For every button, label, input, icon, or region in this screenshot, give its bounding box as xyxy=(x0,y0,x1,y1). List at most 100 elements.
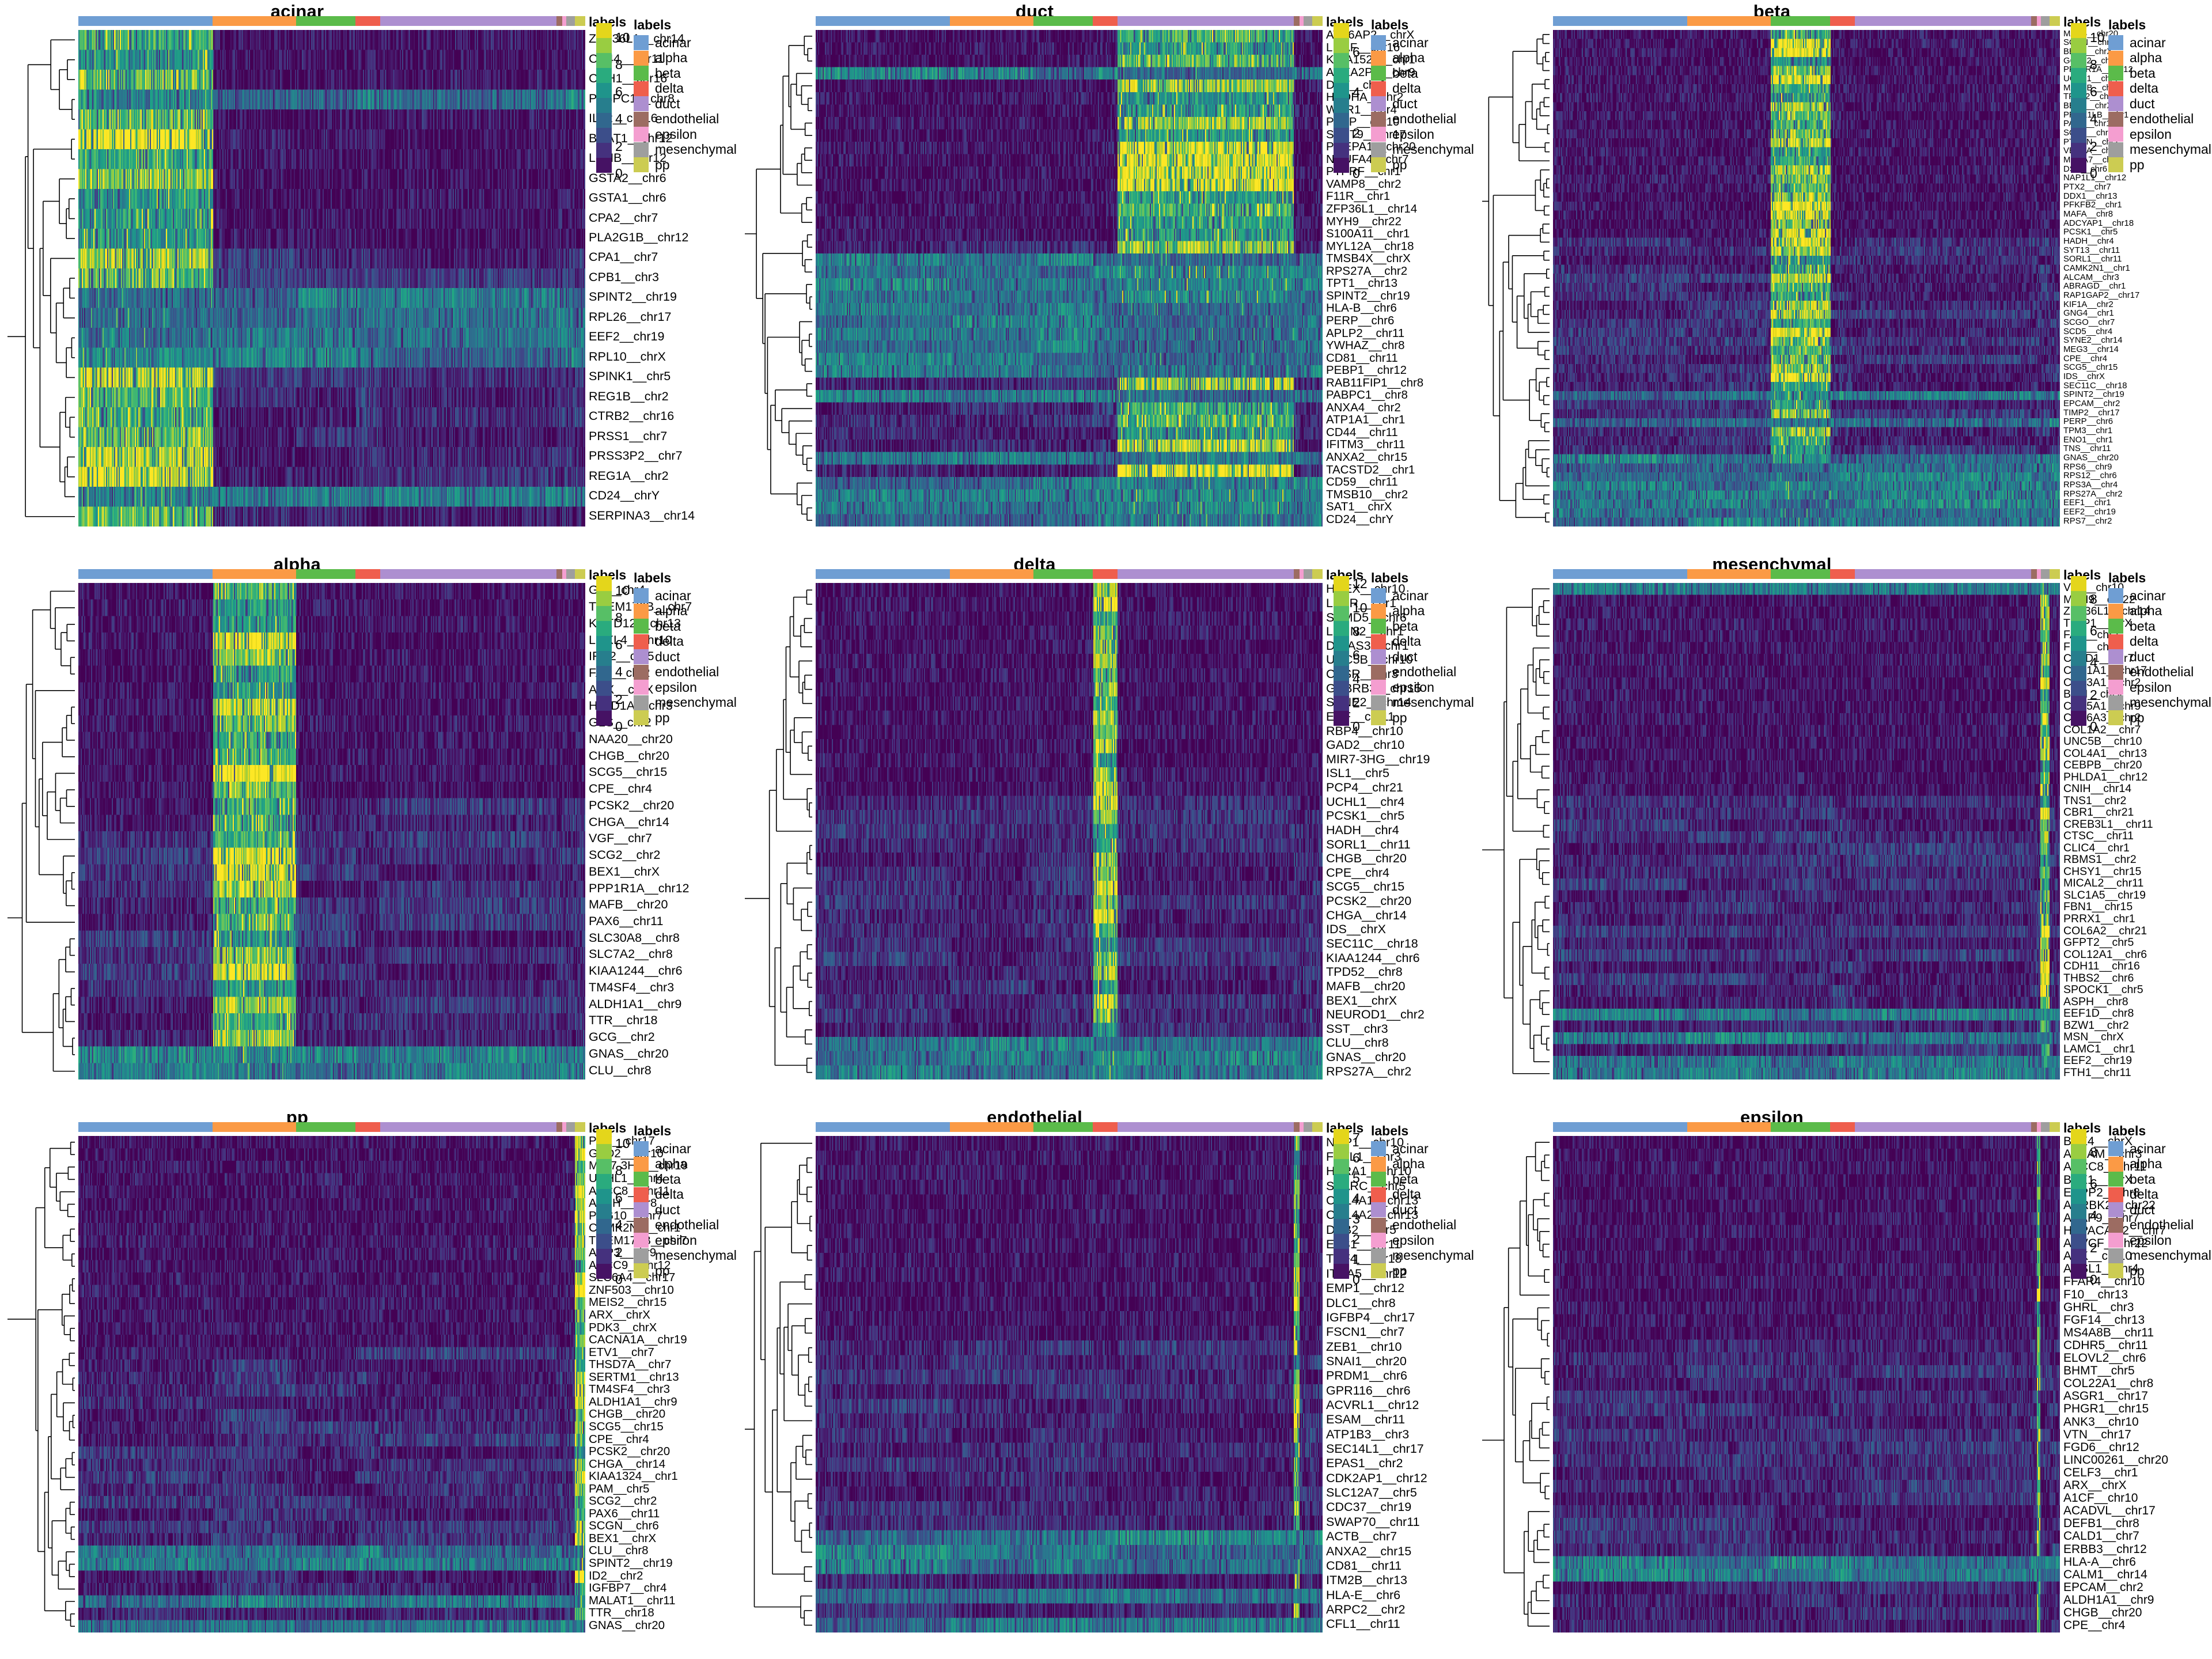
colorbar-tick-label: 10 xyxy=(615,29,630,45)
colorbar-swatch xyxy=(596,38,612,53)
gene-label: SLC7A2__chr8 xyxy=(589,947,673,961)
colorbar-swatch xyxy=(596,606,612,621)
gene-label: THSD7A__chr7 xyxy=(589,1358,672,1372)
gene-label: APLP2__chr11 xyxy=(1326,326,1405,340)
gene-label: RPS12__chr6 xyxy=(2063,471,2117,481)
class-legend-swatch xyxy=(1371,50,1386,66)
gene-label: CPE__chr4 xyxy=(2063,354,2108,363)
class-legend: labels acinar alpha beta delta duct endothelia… xyxy=(2108,1123,2211,1279)
annotation-block-endothelial xyxy=(2031,1122,2037,1132)
colorbar-swatch xyxy=(1334,128,1349,143)
class-legend-item: beta xyxy=(2108,66,2211,81)
gene-label: KIF1A__chr2 xyxy=(2063,300,2113,309)
gene-label: PERP__chr6 xyxy=(2063,417,2113,427)
gene-label: TNS__chr11 xyxy=(2063,444,2111,454)
colorbar-swatch xyxy=(1334,98,1349,113)
heatmap-panel-delta: delta labels HHEX__chr10 LEPR__chr1 SAMD5__c… xyxy=(737,553,1475,1106)
annotation-block-delta xyxy=(355,1122,380,1132)
gene-label: PFKFB2__chr1 xyxy=(2063,200,2122,210)
gene-label: CNIH__chr14 xyxy=(2063,782,2132,796)
colorbar-swatch xyxy=(1334,68,1349,83)
class-legend-label: beta xyxy=(655,618,681,634)
colorbar-swatch xyxy=(2071,1234,2086,1249)
class-legend-label: duct xyxy=(2130,649,2155,664)
class-legend-item: endothelial xyxy=(2108,111,2211,127)
colorbar-tick-label: 1 xyxy=(1353,1251,1360,1267)
colorbar-swatch xyxy=(1334,1189,1349,1204)
class-legend-item: epsilon xyxy=(634,680,737,695)
class-legend-label: mesenchymal xyxy=(2130,1248,2211,1263)
gene-label: TM4SF4__chr3 xyxy=(589,1382,671,1396)
class-legend-swatch xyxy=(634,142,649,157)
class-legend-item: mesenchymal xyxy=(634,695,737,711)
class-legend-swatch xyxy=(2108,1172,2123,1187)
gene-label: CDC37__chr19 xyxy=(1326,1500,1412,1514)
annotation-block-alpha xyxy=(950,16,1034,26)
class-legend-item: pp xyxy=(1371,710,1474,726)
colorbar-swatch xyxy=(1334,636,1349,651)
class-legend-item: mesenchymal xyxy=(2108,695,2211,711)
class-legend-swatch xyxy=(1371,111,1386,127)
gene-label: SLC30A8__chr8 xyxy=(589,930,680,945)
class-legend-label: alpha xyxy=(1392,603,1425,619)
gene-label: MALAT1__chr11 xyxy=(589,1593,676,1607)
annotation-block-delta xyxy=(1093,1122,1118,1132)
heatmap-matrix xyxy=(78,30,585,527)
gene-label: CTSC__chr11 xyxy=(2063,830,2134,843)
class-legend: labels acinar alpha beta delta duct endothelia… xyxy=(1371,1123,1474,1279)
colorbar-tick-label: 8 xyxy=(2090,591,2097,607)
gene-label: SERPINA3__chr14 xyxy=(589,508,695,522)
gene-label: EEF1D__chr8 xyxy=(2063,1007,2134,1020)
class-legend-swatch xyxy=(634,634,649,649)
colorbar-tick-label: 0 xyxy=(1353,1272,1360,1287)
gene-label: PLA2G1B__chr12 xyxy=(589,230,689,244)
class-legend-swatch xyxy=(2108,1156,2123,1172)
class-legend-swatch xyxy=(2108,1263,2123,1279)
class-legend-item: pp xyxy=(1371,1263,1474,1279)
class-legend-swatch xyxy=(2108,1141,2123,1157)
gene-label: CDH11__chr16 xyxy=(2063,960,2140,973)
colorbar-swatch xyxy=(1334,696,1349,711)
class-legend-label: acinar xyxy=(1392,588,1429,603)
class-legend-swatch xyxy=(634,1248,649,1263)
colorbar-swatch xyxy=(1334,576,1349,591)
gene-label: ISL1__chr5 xyxy=(1326,766,1389,781)
annotation-block-acinar xyxy=(816,16,950,26)
class-legend-label: duct xyxy=(2130,96,2155,111)
gene-label: EPCAM__chr2 xyxy=(2063,1580,2143,1594)
gene-label: SCG5__chr15 xyxy=(589,765,668,779)
colorbar-swatch xyxy=(1334,1129,1349,1144)
gene-label: BHMT__chr5 xyxy=(2063,1364,2135,1378)
class-legend-swatch xyxy=(2108,66,2123,81)
class-legend-item: endothelial xyxy=(2108,664,2211,680)
heatmap-panel-alpha: alphalabelsGC__chr4TMEM176B__chr7KCTD12_… xyxy=(0,553,737,1106)
colorbar-tick-label: 8 xyxy=(2090,1144,2097,1160)
colorbar xyxy=(596,1129,612,1279)
class-legend: labels acinar alpha beta delta duct endothelia… xyxy=(1371,17,1474,173)
gene-label: ARPC2__chr2 xyxy=(1326,1602,1406,1616)
gene-label: ENO1__chr1 xyxy=(2063,435,2113,445)
gene-label: CDHR5__chr11 xyxy=(2063,1338,2148,1352)
gene-label: VGF__chr7 xyxy=(589,831,652,846)
gene-label: VTN__chr17 xyxy=(2063,1427,2131,1441)
class-legend-label: epsilon xyxy=(1392,126,1434,142)
colorbar xyxy=(1334,576,1349,726)
class-legend-item: acinar xyxy=(1371,35,1474,51)
annotation-block-delta xyxy=(1830,1122,1855,1132)
gene-label: KIAA1324__chr1 xyxy=(589,1469,678,1483)
annotation-block-pp xyxy=(1312,16,1323,26)
colorbar-swatch xyxy=(1334,621,1349,636)
class-legend-label: delta xyxy=(1392,634,1421,649)
colorbar-swatch xyxy=(596,1249,612,1264)
colorbar-swatch xyxy=(1334,1174,1349,1189)
class-legend-label: endothelial xyxy=(2130,111,2194,127)
gene-label: HADH__chr4 xyxy=(2063,236,2114,246)
class-legend-swatch xyxy=(1371,127,1386,142)
heatmap-matrix xyxy=(1553,583,2060,1080)
gene-label: ARX__chrX xyxy=(589,1308,650,1321)
annotation-block-beta xyxy=(296,16,356,26)
colorbar-swatch xyxy=(596,53,612,68)
colorbar-swatch xyxy=(596,23,612,38)
class-legend-swatch xyxy=(2108,710,2123,726)
class-legend-label: epsilon xyxy=(2130,679,2172,695)
